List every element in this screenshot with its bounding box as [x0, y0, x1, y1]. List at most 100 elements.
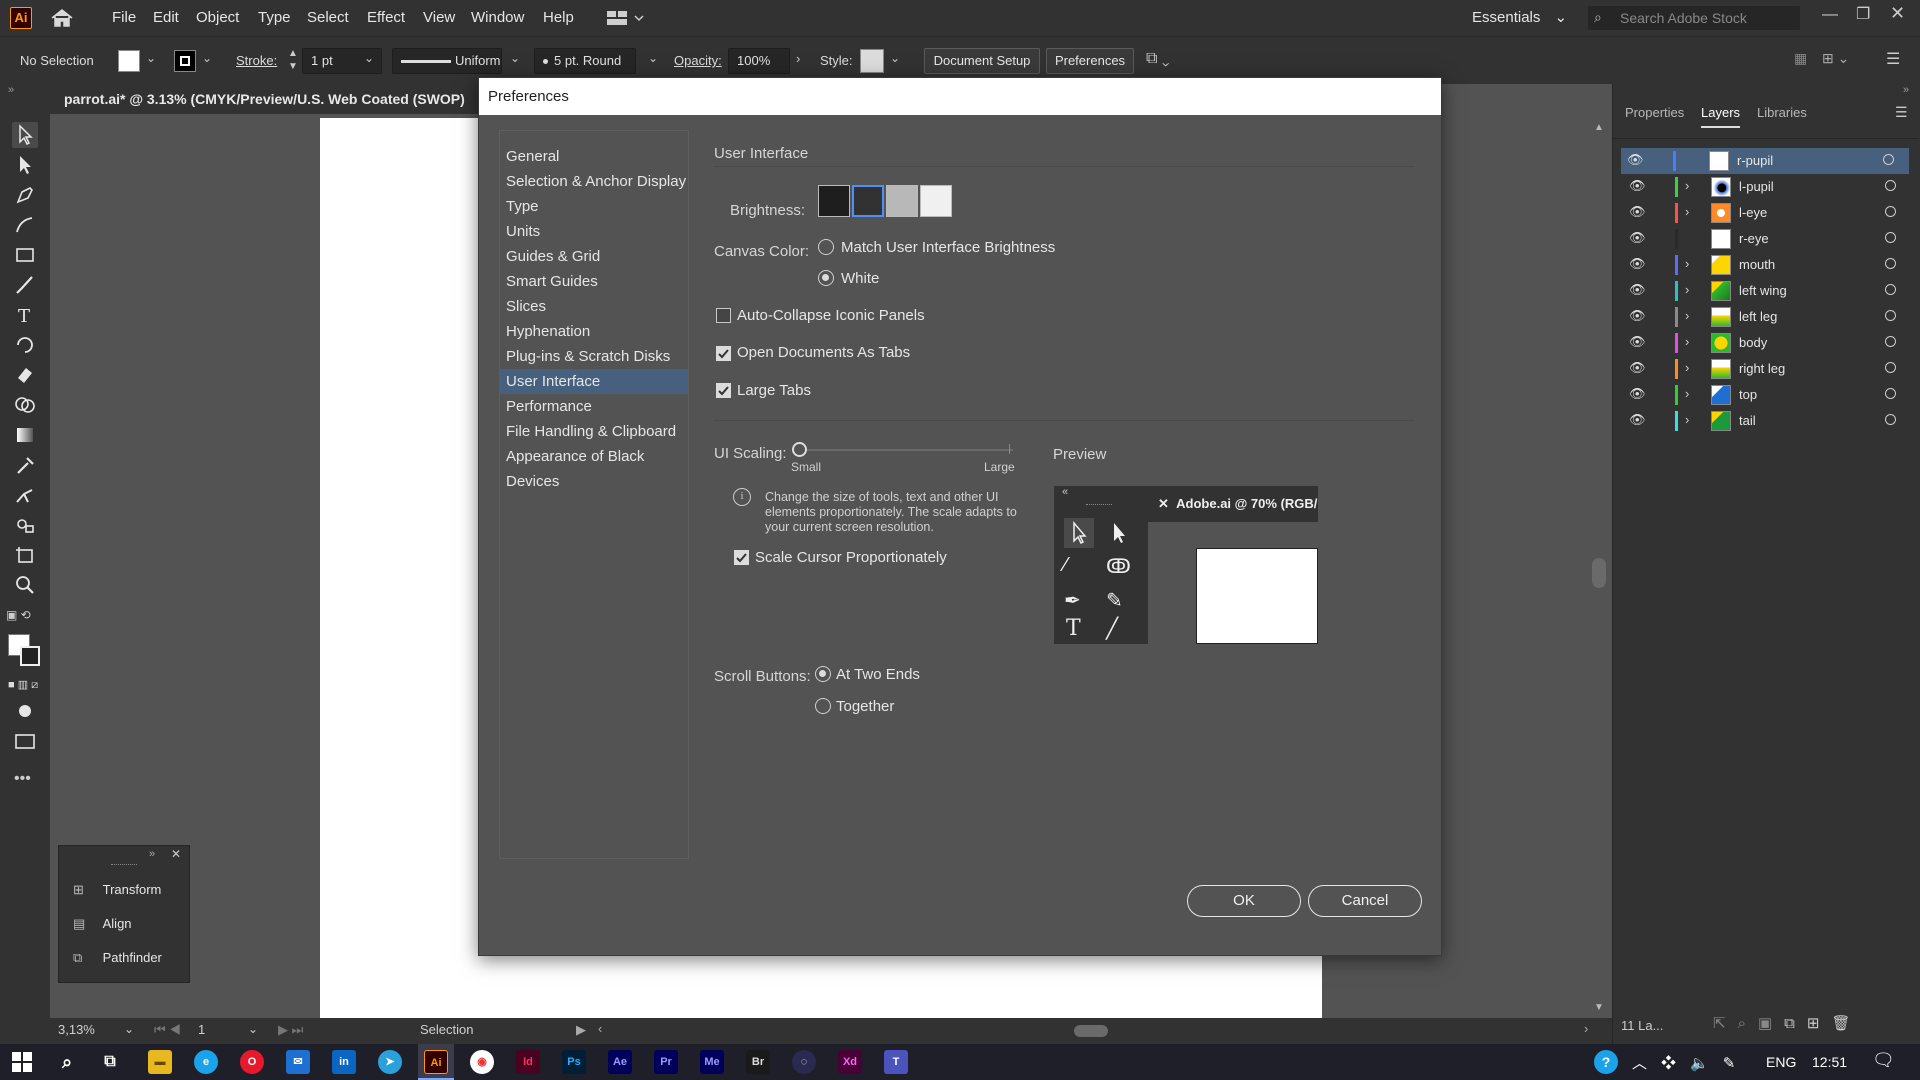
opacity-input[interactable]: 100%: [728, 48, 790, 74]
large-tabs-label[interactable]: Large Tabs: [737, 382, 811, 399]
eye-icon[interactable]: 👁: [1629, 334, 1646, 350]
tab-properties[interactable]: Properties: [1625, 98, 1684, 128]
volume-icon[interactable]: 🔈: [1690, 1055, 1723, 1072]
category-file-handling-clipboard[interactable]: File Handling & Clipboard: [506, 419, 676, 444]
help-tray-icon[interactable]: ?: [1594, 1050, 1618, 1074]
category-appearance-of-black[interactable]: Appearance of Black: [506, 444, 644, 469]
menu-edit[interactable]: Edit: [153, 0, 179, 36]
layer-target-icon[interactable]: [1885, 362, 1896, 373]
notification-icon[interactable]: 🗨: [1872, 1050, 1895, 1071]
category-user-interface[interactable]: User Interface: [500, 369, 688, 394]
search-taskbar-icon[interactable]: ⌕: [55, 1050, 79, 1074]
mail-icon[interactable]: ✉: [286, 1050, 310, 1074]
screen-mode-icon[interactable]: [12, 728, 38, 754]
opacity-arrow[interactable]: ›: [796, 51, 800, 66]
shape-builder-tool-icon[interactable]: [12, 392, 38, 418]
symbol-sprayer-tool-icon[interactable]: [12, 512, 38, 538]
eye-icon[interactable]: 👁: [1629, 412, 1646, 428]
style-swatch[interactable]: [860, 49, 884, 73]
media-encoder-icon[interactable]: Me: [700, 1050, 724, 1074]
fill-swatch[interactable]: [118, 50, 140, 72]
cancel-button[interactable]: Cancel: [1308, 885, 1422, 917]
ui-scaling-track[interactable]: [799, 449, 1013, 451]
scroll-two-ends-radio[interactable]: [815, 666, 831, 682]
layer-row[interactable]: 👁 › body: [1623, 330, 1909, 356]
canvas-white-radio[interactable]: [818, 270, 834, 286]
layer-row[interactable]: 👁 › right leg: [1623, 356, 1909, 382]
minimize-button[interactable]: —: [1822, 6, 1838, 24]
category-smart-guides[interactable]: Smart Guides: [506, 269, 598, 294]
stroke-swatch[interactable]: [174, 50, 196, 72]
category-general[interactable]: General: [506, 144, 559, 169]
draw-mode-icon[interactable]: [12, 698, 38, 724]
stroke-stepper[interactable]: ▲ ▼: [288, 47, 298, 73]
artboard-nav-first[interactable]: ⏮ ◀: [154, 1022, 181, 1038]
horizontal-scrollbar[interactable]: ‹ ›: [598, 1021, 1598, 1041]
menu-object[interactable]: Object: [196, 0, 239, 36]
chevron-right-icon[interactable]: ›: [1685, 282, 1689, 297]
category-type[interactable]: Type: [506, 194, 539, 219]
document-tab[interactable]: parrot.ai* @ 3.13% (CMYK/Preview/U.S. We…: [50, 84, 480, 114]
eraser-tool-icon[interactable]: [12, 362, 38, 388]
eye-icon[interactable]: 👁: [1627, 152, 1644, 168]
brightness-swatch-1[interactable]: [818, 185, 850, 217]
panel-menu-icon[interactable]: ☰: [1886, 49, 1900, 69]
category-guides-grid[interactable]: Guides & Grid: [506, 244, 600, 269]
restore-button[interactable]: ❐: [1856, 4, 1870, 24]
chevron-right-icon[interactable]: ›: [1685, 334, 1689, 349]
artboard-tool-icon[interactable]: [12, 542, 38, 568]
canvas-match-label[interactable]: Match User Interface Brightness: [841, 239, 1055, 256]
eye-icon[interactable]: 👁: [1629, 386, 1646, 402]
category-hyphenation[interactable]: Hyphenation: [506, 319, 590, 344]
pen-tray-icon[interactable]: ✎: [1723, 1055, 1750, 1072]
export-icon[interactable]: ⇱: [1713, 1015, 1738, 1032]
locate-object-icon[interactable]: ⌕: [1738, 1015, 1758, 1032]
start-icon[interactable]: [12, 1052, 32, 1072]
pathfinder-panel-button[interactable]: ⧉ Pathfinder: [73, 950, 162, 966]
chevron-right-icon[interactable]: ›: [1685, 386, 1689, 401]
chevron-right-icon[interactable]: ›: [1685, 178, 1689, 193]
document-setup-button[interactable]: Document Setup: [924, 48, 1040, 74]
chevron-right-icon[interactable]: ›: [1685, 308, 1689, 323]
linkedin-icon[interactable]: in: [332, 1050, 356, 1074]
dock-collapse-icon[interactable]: »: [1903, 84, 1909, 96]
teams-icon[interactable]: T: [884, 1050, 908, 1074]
layer-row[interactable]: 👁 › left wing: [1623, 278, 1909, 304]
transform-panel-button[interactable]: ⊞ Transform: [73, 882, 161, 898]
large-tabs-checkbox[interactable]: [716, 383, 731, 398]
task-view-icon[interactable]: ⧉: [98, 1050, 122, 1074]
layer-target-icon[interactable]: [1885, 284, 1896, 295]
color-mode-icon[interactable]: ■ ▥ ⧄: [8, 678, 38, 692]
layer-target-icon[interactable]: [1885, 232, 1896, 243]
stroke-weight-dropdown[interactable]: ⌄: [364, 51, 374, 65]
tab-libraries[interactable]: Libraries: [1757, 98, 1807, 128]
layer-target-icon[interactable]: [1885, 206, 1896, 217]
type-tool-icon[interactable]: T: [12, 302, 38, 328]
scroll-down-icon[interactable]: ▼: [1594, 1002, 1604, 1013]
telegram-icon[interactable]: ➤: [378, 1050, 402, 1074]
layer-row[interactable]: 👁 › l-pupil: [1623, 174, 1909, 200]
layer-name[interactable]: l-eye: [1739, 205, 1767, 220]
auto-collapse-checkbox[interactable]: [716, 308, 731, 323]
bridge-icon[interactable]: Br: [746, 1050, 770, 1074]
fill-dropdown[interactable]: ⌄: [146, 51, 156, 65]
status-menu-arrow[interactable]: ▶: [576, 1022, 586, 1038]
opacity-label[interactable]: Opacity:: [674, 53, 722, 68]
brightness-swatch-2[interactable]: [852, 185, 884, 217]
menu-window[interactable]: Window: [471, 0, 524, 36]
layer-target-icon[interactable]: [1885, 180, 1896, 191]
chevron-right-icon[interactable]: ›: [1685, 412, 1689, 427]
puppet-warp-tool-icon[interactable]: [12, 482, 38, 508]
layer-target-icon[interactable]: [1885, 258, 1896, 269]
layer-row[interactable]: 👁 › left leg: [1623, 304, 1909, 330]
rotate-tool-icon[interactable]: [12, 332, 38, 358]
hscroll-thumb[interactable]: [1074, 1025, 1108, 1037]
category-performance[interactable]: Performance: [506, 394, 592, 419]
category-slices[interactable]: Slices: [506, 294, 546, 319]
layer-row[interactable]: 👁 › mouth: [1623, 252, 1909, 278]
auto-collapse-label[interactable]: Auto-Collapse Iconic Panels: [737, 307, 925, 324]
selection-tool-icon[interactable]: [12, 122, 38, 148]
layer-name[interactable]: r-eye: [1739, 231, 1769, 246]
layer-target-icon[interactable]: [1883, 154, 1894, 165]
pen-tool-icon[interactable]: [12, 182, 38, 208]
